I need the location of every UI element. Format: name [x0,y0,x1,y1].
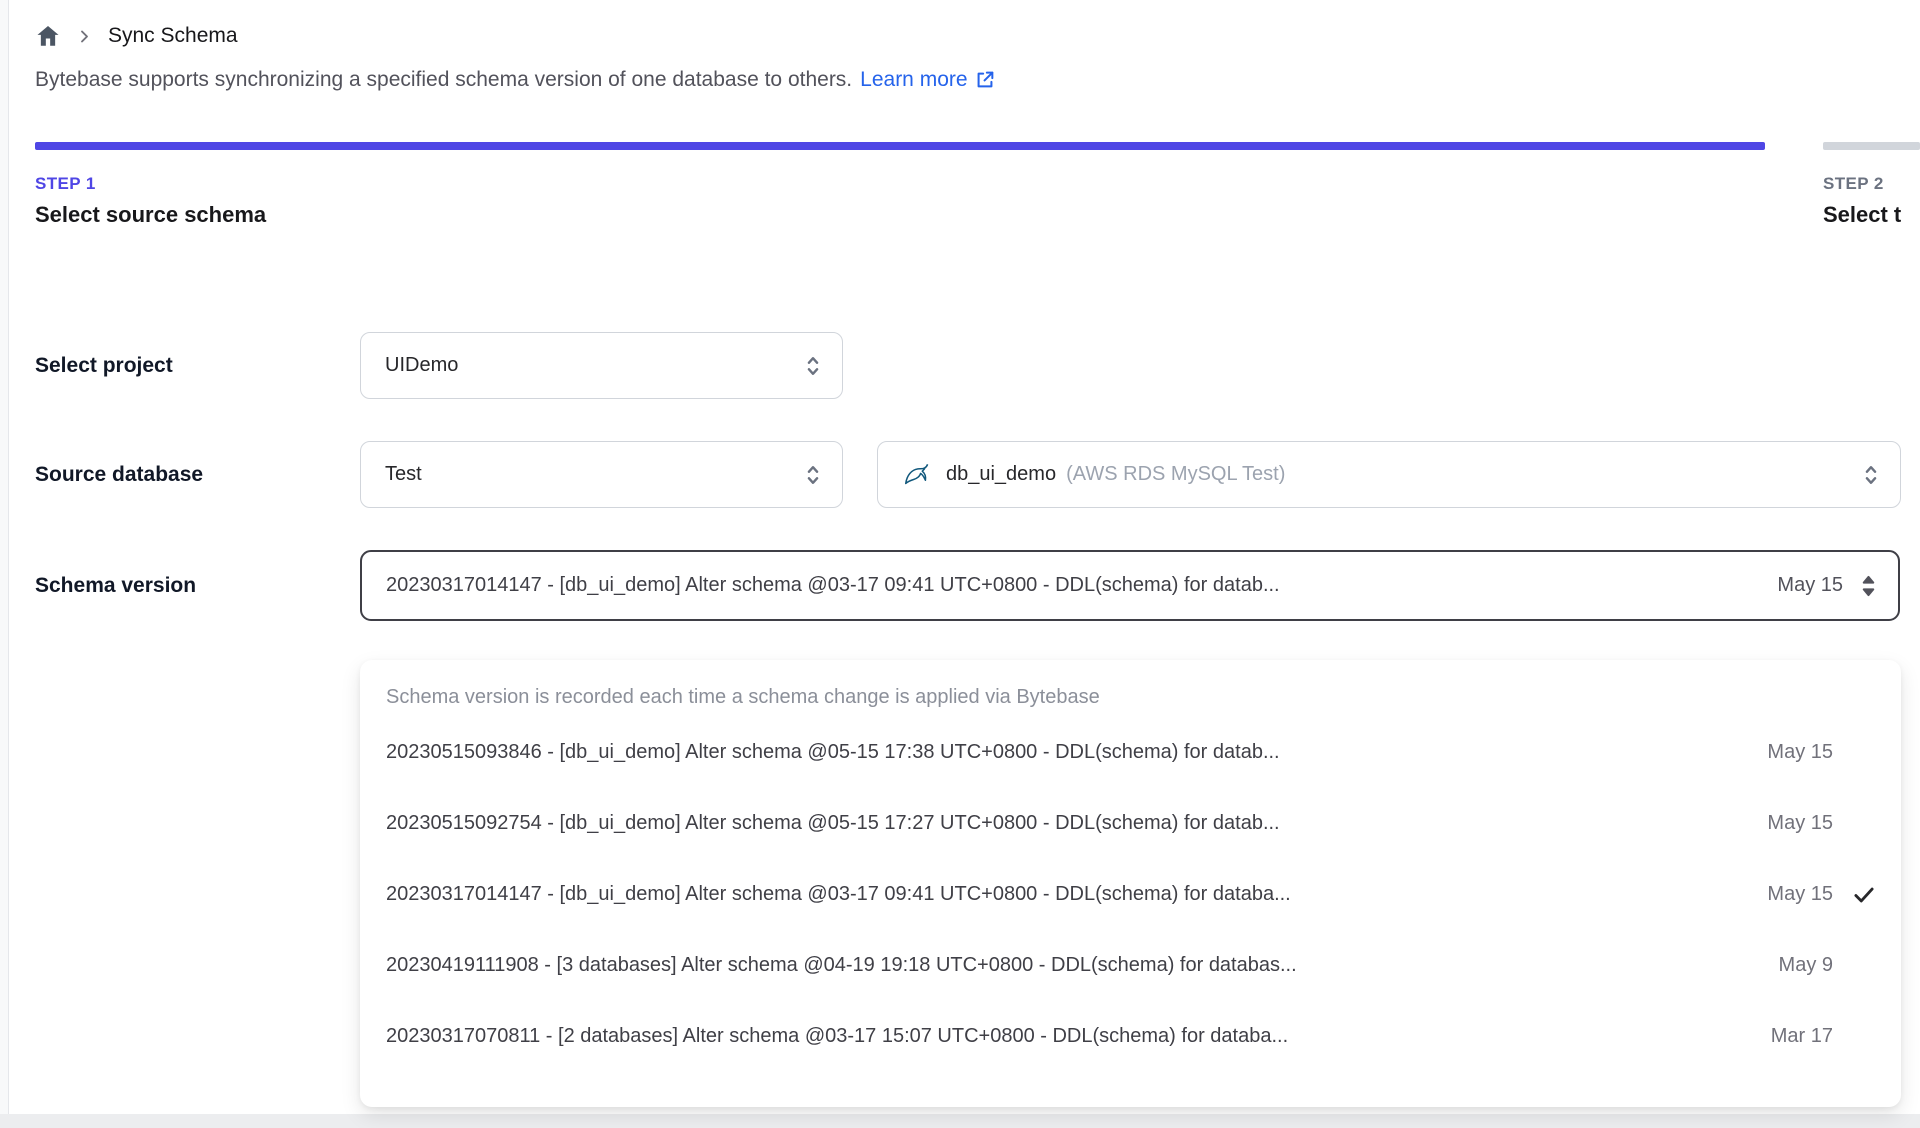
learn-more-link[interactable]: Learn more [860,68,995,92]
schema-version-row: Schema version 20230317014147 - [db_ui_d… [35,550,1920,621]
sidebar-edge [0,0,9,1128]
version-option-date: May 15 [1767,812,1833,834]
version-option-date: May 15 [1767,741,1833,763]
version-option-text: 20230317070811 - [2 databases] Alter sch… [386,1025,1289,1047]
learn-more-label: Learn more [860,68,968,91]
step-1-progress-bar [35,142,1765,150]
version-option-text: 20230515093846 - [db_ui_demo] Alter sche… [386,741,1280,763]
schema-version-select[interactable]: 20230317014147 - [db_ui_demo] Alter sche… [360,550,1900,621]
version-option-text: 20230317014147 - [db_ui_demo] Alter sche… [386,883,1291,905]
source-schema-form: Select project UIDemo Source database Te… [35,332,1920,621]
select-project-row: Select project UIDemo [35,332,1920,399]
database-select-detail: (AWS RDS MySQL Test) [1066,463,1286,485]
schema-version-select-value: 20230317014147 - [db_ui_demo] Alter sche… [386,574,1280,596]
environment-select-value: Test [385,463,422,485]
version-option[interactable]: 20230317014147 - [db_ui_demo] Alter sche… [360,859,1901,930]
sync-schema-page: Sync Schema Bytebase supports synchroniz… [35,0,1920,663]
step-indicator: STEP 1 Select source schema STEP 2 Selec… [35,142,1920,228]
page-title: Sync Schema [108,24,238,47]
version-option-text: 20230515092754 - [db_ui_demo] Alter sche… [386,812,1280,834]
source-database-label: Source database [35,462,204,486]
chevron-updown-icon [1860,461,1882,489]
version-option-date: May 15 [1767,883,1833,905]
database-select-value: db_ui_demo [946,463,1057,485]
step-2-title: Select t [1823,202,1902,227]
breadcrumb: Sync Schema [35,20,1920,52]
schema-version-select-date: May 15 [1777,574,1843,596]
step-1: STEP 1 Select source schema [35,142,1765,228]
version-option-date: Mar 17 [1770,1025,1833,1047]
version-option[interactable]: 20230515092754 - [db_ui_demo] Alter sche… [360,788,1901,859]
step-2-label: STEP 2 [1823,174,1884,193]
chevron-updown-icon [802,352,824,380]
external-link-icon [974,69,996,91]
version-option-text: 20230419111908 - [3 databases] Alter sch… [386,954,1297,976]
select-project-label: Select project [35,353,173,377]
project-select-value: UIDemo [385,354,459,376]
dropdown-header: Schema version is recorded each time a s… [386,686,1100,708]
page-bottom-edge [0,1114,1920,1128]
version-option[interactable]: 20230317070811 - [2 databases] Alter sch… [360,1001,1901,1072]
version-option[interactable]: 20230515093846 - [db_ui_demo] Alter sche… [360,717,1901,788]
chevron-updown-icon [802,461,824,489]
home-icon[interactable] [35,23,61,49]
database-select[interactable]: db_ui_demo (AWS RDS MySQL Test) [877,441,1901,508]
environment-select[interactable]: Test [360,441,843,508]
checkmark-icon [1847,882,1877,908]
source-database-row: Source database Test db_ui_demo (AWS RDS… [35,441,1920,508]
chevron-right-icon [77,29,92,44]
schema-version-dropdown: Schema version is recorded each time a s… [360,660,1901,1107]
version-option-date: May 9 [1778,954,1833,976]
step-1-title: Select source schema [35,202,267,227]
project-select[interactable]: UIDemo [360,332,843,399]
chevron-updown-icon [1857,572,1880,600]
version-option[interactable]: 20230419111908 - [3 databases] Alter sch… [360,930,1901,1001]
step-1-label: STEP 1 [35,174,96,193]
description-text: Bytebase supports synchronizing a specif… [35,68,853,91]
mysql-icon [902,460,932,490]
step-2-progress-bar [1823,142,1920,150]
page-description: Bytebase supports synchronizing a specif… [35,68,1920,92]
schema-version-label: Schema version [35,573,197,597]
step-2: STEP 2 Select t [1823,142,1920,228]
